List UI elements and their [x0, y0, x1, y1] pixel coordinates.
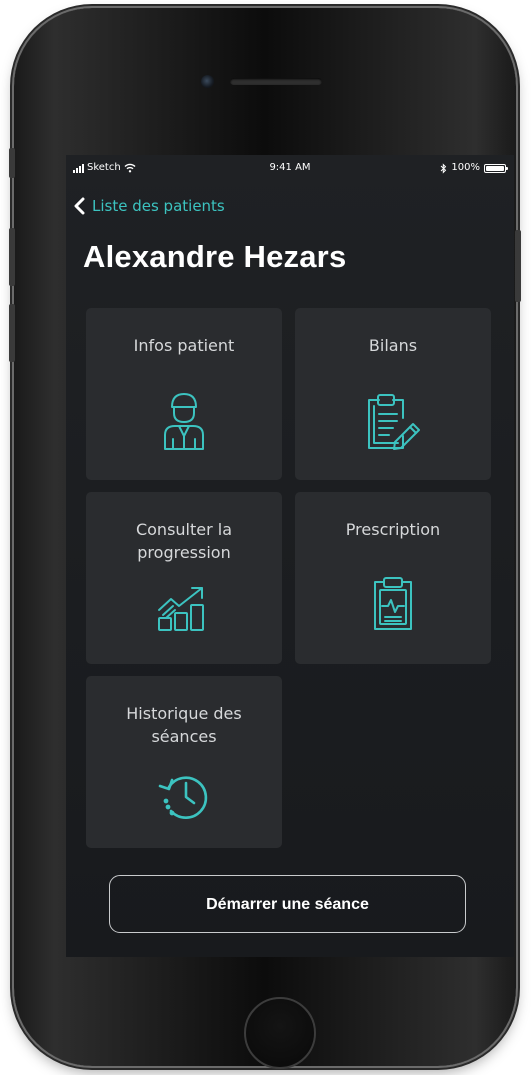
- home-button[interactable]: [244, 997, 316, 1069]
- chevron-left-icon: [74, 197, 85, 215]
- clipboard-pulse-icon: [374, 577, 412, 630]
- tile-label: Infos patient: [133, 336, 235, 355]
- tile-prescription[interactable]: Prescription: [295, 492, 491, 664]
- tile-infos-patient[interactable]: Infos patient: [86, 308, 282, 480]
- tile-label: Prescription: [345, 520, 441, 539]
- start-session-button[interactable]: Démarrer une séance: [109, 875, 466, 933]
- mute-switch: [9, 148, 15, 178]
- clipboard-pen-icon: [368, 394, 420, 450]
- patient-icon: [164, 393, 204, 450]
- power-button: [515, 230, 521, 302]
- tile-bilans[interactable]: Bilans: [295, 308, 491, 480]
- app-screen: Sketch 9:41 AM 100% Liste des patients A…: [66, 155, 514, 957]
- volume-down-button: [9, 304, 15, 362]
- back-label: Liste des patients: [92, 197, 225, 215]
- battery-icon: [484, 163, 508, 173]
- tile-label: Bilans: [368, 336, 418, 355]
- front-camera: [201, 75, 214, 88]
- back-button[interactable]: Liste des patients: [72, 197, 225, 215]
- volume-up-button: [9, 228, 15, 286]
- tile-historique[interactable]: Historique des séances: [86, 676, 282, 848]
- bluetooth-icon: [441, 162, 447, 174]
- status-bar: Sketch 9:41 AM 100%: [66, 155, 514, 181]
- battery-percent: 100%: [451, 162, 480, 173]
- earpiece-speaker: [230, 78, 322, 85]
- growth-chart-icon: [158, 587, 204, 631]
- patient-name: Alexandre Hezars: [83, 239, 347, 274]
- tile-label: Consulter la progression: [135, 520, 233, 562]
- status-right: 100%: [440, 155, 508, 181]
- history-clock-icon: [158, 776, 208, 819]
- tile-label: Historique des séances: [126, 704, 242, 746]
- phone-frame: Sketch 9:41 AM 100% Liste des patients A…: [9, 8, 521, 1069]
- tile-progression[interactable]: Consulter la progression: [86, 492, 282, 664]
